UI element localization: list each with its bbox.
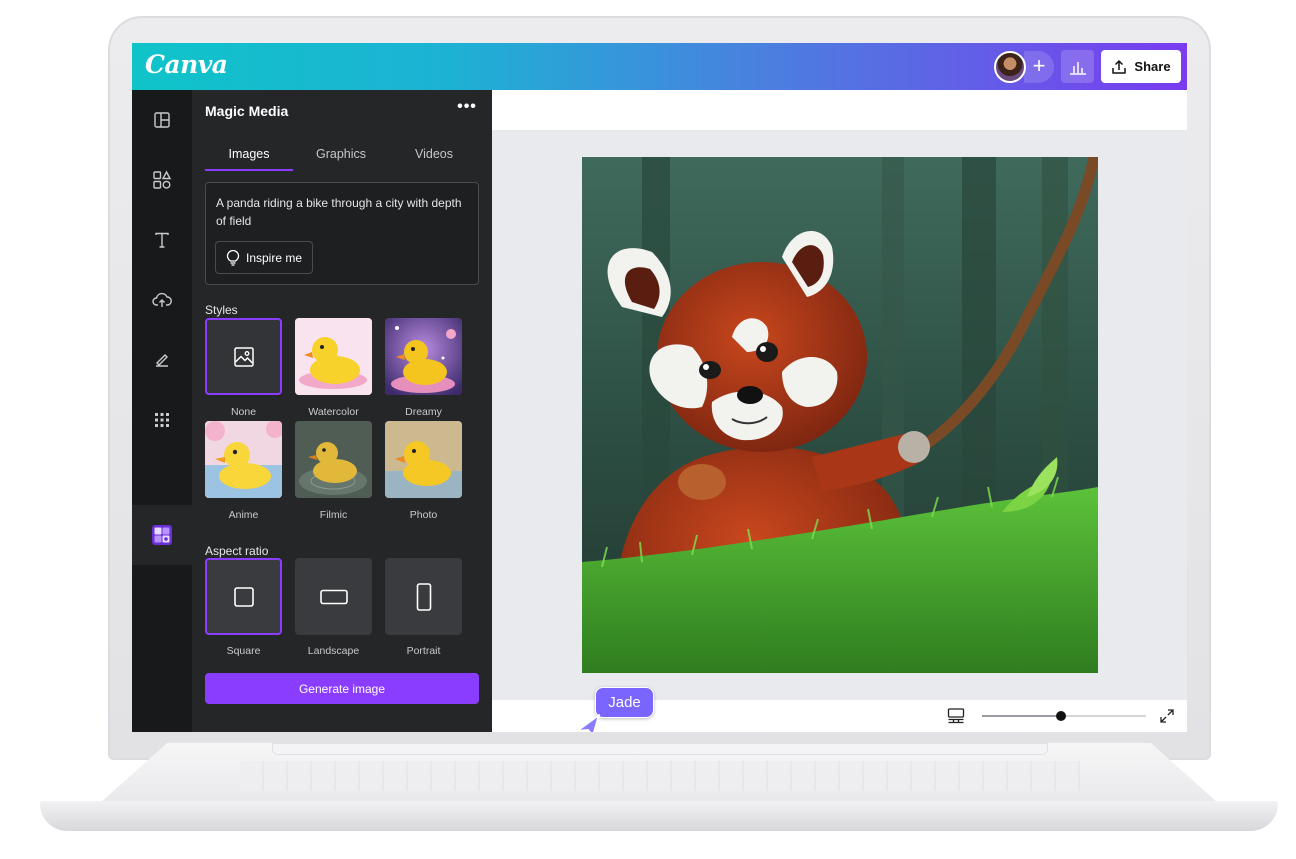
style-dreamy[interactable] xyxy=(385,318,462,395)
zoom-slider-handle[interactable] xyxy=(1056,711,1066,721)
generated-image-red-panda[interactable] xyxy=(582,157,1098,673)
canva-logo[interactable]: Canva xyxy=(145,50,228,79)
anime-duck-thumbnail xyxy=(205,421,282,498)
styles-heading: Styles xyxy=(205,303,238,317)
design-layout-icon xyxy=(154,112,170,128)
watercolor-duck-thumbnail xyxy=(295,318,372,395)
upload-share-icon xyxy=(1112,59,1127,74)
page-layout-icon[interactable] xyxy=(947,708,965,724)
aspect-square-label: Square xyxy=(226,645,261,657)
collaborator-cursor-icon xyxy=(576,714,600,732)
magic-media-app-icon xyxy=(152,525,172,545)
aspect-ratio-heading: Aspect ratio xyxy=(205,544,269,558)
draw-icon xyxy=(156,354,168,367)
aspect-landscape[interactable] xyxy=(295,558,372,635)
active-tab-indicator xyxy=(205,169,293,171)
style-photo[interactable] xyxy=(385,421,462,498)
rail-uploads[interactable] xyxy=(132,270,192,330)
prompt-text[interactable]: A panda riding a bike through a city wit… xyxy=(216,194,466,230)
laptop-base xyxy=(40,743,1278,835)
avatar[interactable] xyxy=(994,51,1026,83)
panel-title: Magic Media xyxy=(205,103,289,119)
rail-apps[interactable] xyxy=(132,390,192,450)
keyboard-keys xyxy=(240,761,1080,791)
rail-text[interactable] xyxy=(132,210,192,270)
photo-duck-thumbnail xyxy=(385,421,462,498)
app-screen: Canva + Share Magic Media ••• Images Gra… xyxy=(132,43,1187,732)
prompt-input[interactable]: A panda riding a bike through a city wit… xyxy=(205,182,479,285)
aspect-landscape-label: Landscape xyxy=(307,645,360,657)
rail-magic-media[interactable] xyxy=(132,505,192,565)
style-anime-label: Anime xyxy=(228,509,259,521)
share-button[interactable]: Share xyxy=(1101,50,1181,83)
style-filmic-label: Filmic xyxy=(319,509,348,521)
inspire-label: Inspire me xyxy=(245,250,303,265)
tab-videos[interactable]: Videos xyxy=(390,147,478,161)
canvas-toolbar-strip xyxy=(492,90,1187,130)
filmic-duck-thumbnail xyxy=(295,421,372,498)
zoom-slider-fill xyxy=(982,715,1060,717)
inspire-me-button[interactable]: Inspire me xyxy=(215,241,313,274)
style-filmic[interactable] xyxy=(295,421,372,498)
insights-button[interactable] xyxy=(1061,50,1094,83)
generate-image-button[interactable]: Generate image xyxy=(205,673,479,704)
collaborator-name-tag: Jade xyxy=(595,687,654,718)
canvas-area xyxy=(492,90,1187,732)
top-bar: Canva + Share xyxy=(132,43,1187,90)
style-watercolor-label: Watercolor xyxy=(308,406,359,418)
style-anime[interactable] xyxy=(205,421,282,498)
aspect-portrait[interactable] xyxy=(385,558,462,635)
elements-icon xyxy=(153,170,172,189)
tab-graphics[interactable]: Graphics xyxy=(297,147,385,161)
uploads-icon xyxy=(152,292,172,307)
style-photo-label: Photo xyxy=(409,509,438,521)
lightbulb-icon xyxy=(226,249,240,266)
side-rail xyxy=(132,90,192,732)
rail-elements[interactable] xyxy=(132,150,192,210)
fullscreen-expand-icon[interactable] xyxy=(1159,708,1175,724)
portrait-rect-icon xyxy=(416,582,431,611)
laptop-hinge xyxy=(272,743,1048,755)
rail-design[interactable] xyxy=(132,90,192,150)
aspect-square[interactable] xyxy=(205,558,282,635)
text-icon xyxy=(155,232,169,248)
dreamy-duck-thumbnail xyxy=(385,318,462,395)
add-collaborator-button[interactable]: + xyxy=(1024,51,1054,83)
laptop-front-edge xyxy=(40,801,1278,831)
style-none-label: None xyxy=(230,406,257,418)
image-icon xyxy=(233,346,254,367)
magic-media-panel: Magic Media ••• Images Graphics Videos A… xyxy=(192,90,492,732)
landscape-rect-icon xyxy=(319,589,348,604)
share-label: Share xyxy=(1134,59,1171,74)
tab-images[interactable]: Images xyxy=(205,147,293,161)
rail-draw[interactable] xyxy=(132,330,192,390)
bar-chart-icon xyxy=(1069,61,1086,75)
red-panda-illustration xyxy=(582,157,1098,673)
style-dreamy-label: Dreamy xyxy=(405,406,442,418)
style-watercolor[interactable] xyxy=(295,318,372,395)
aspect-portrait-label: Portrait xyxy=(406,645,441,657)
style-none[interactable] xyxy=(205,318,282,395)
more-options-button[interactable]: ••• xyxy=(454,99,480,120)
square-icon xyxy=(233,586,254,607)
apps-grid-icon xyxy=(155,413,169,427)
